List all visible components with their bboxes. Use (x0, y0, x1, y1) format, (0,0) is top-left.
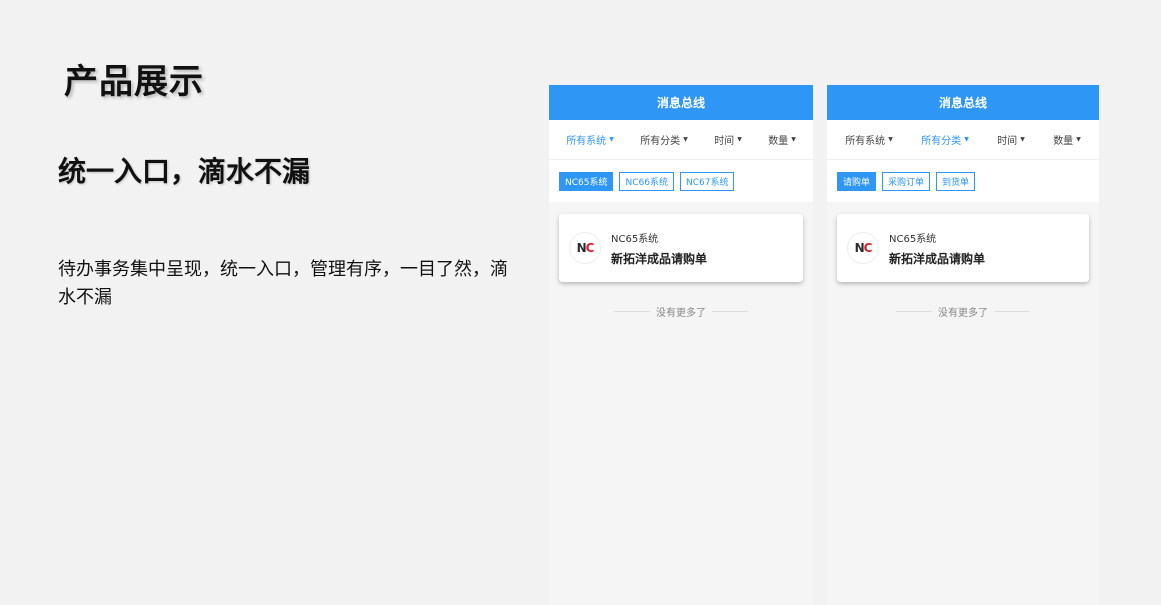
filter-all-categories[interactable]: 所有分类 ▼ (921, 132, 969, 147)
chip-nc65[interactable]: NC65系统 (559, 171, 614, 191)
phone-screen-systems: 消息总线 所有系统 ▼ 所有分类 ▼ 时间 ▼ 数量 ▼ NC65系统 NC66… (549, 85, 813, 605)
caret-down-icon: ▼ (609, 135, 614, 143)
header-title: 消息总线 (549, 85, 813, 120)
card-title: 新拓洋成品请购单 (889, 251, 986, 266)
filter-label: 数量 (768, 136, 789, 147)
chip-requisition[interactable]: 请购单 (837, 171, 877, 191)
caret-down-icon: ▼ (737, 135, 742, 143)
caret-down-icon: ▼ (683, 135, 688, 143)
divider (614, 311, 650, 312)
card-system: NC65系统 (889, 233, 937, 245)
filter-label: 所有系统 (566, 136, 607, 147)
chip-purchase-order[interactable]: 采购订单 (882, 171, 931, 191)
filter-all-systems[interactable]: 所有系统 ▼ (566, 132, 614, 147)
page-title: 产品展示 (64, 62, 204, 102)
filter-all-categories[interactable]: 所有分类 ▼ (640, 132, 688, 147)
caret-down-icon: ▼ (964, 135, 969, 143)
caret-down-icon: ▼ (888, 135, 893, 143)
chip-arrival[interactable]: 到货单 (936, 171, 976, 191)
nc-logo-icon: NC (569, 232, 601, 264)
chip-bar: 请购单 采购订单 到货单 (827, 160, 1099, 202)
caret-down-icon: ▼ (791, 135, 796, 143)
filter-all-systems[interactable]: 所有系统 ▼ (845, 132, 893, 147)
message-card[interactable]: NC NC65系统 新拓洋成品请购单 (559, 214, 803, 282)
filter-label: 时间 (997, 136, 1018, 147)
filter-label: 数量 (1053, 136, 1074, 147)
header-title: 消息总线 (827, 85, 1099, 120)
filter-bar: 所有系统 ▼ 所有分类 ▼ 时间 ▼ 数量 ▼ (549, 120, 813, 160)
filter-label: 所有系统 (845, 136, 886, 147)
filter-label: 所有分类 (921, 136, 962, 147)
description: 待办事务集中呈现，统一入口，管理有序，一目了然，滴水不漏 (58, 259, 508, 308)
divider (712, 311, 748, 312)
no-more-text: 没有更多了 (656, 308, 706, 319)
no-more-indicator: 没有更多了 (827, 304, 1099, 319)
filter-quantity[interactable]: 数量 ▼ (768, 132, 796, 147)
filter-time[interactable]: 时间 ▼ (714, 132, 742, 147)
message-card[interactable]: NC NC65系统 新拓洋成品请购单 (837, 214, 1089, 282)
chip-nc66[interactable]: NC66系统 (619, 171, 674, 191)
caret-down-icon: ▼ (1020, 135, 1025, 143)
filter-time[interactable]: 时间 ▼ (997, 132, 1025, 147)
no-more-text: 没有更多了 (938, 308, 988, 319)
subtitle: 统一入口，滴水不漏 (58, 155, 311, 188)
card-system: NC65系统 (611, 233, 659, 245)
caret-down-icon: ▼ (1076, 135, 1081, 143)
nc-logo-icon: NC (847, 232, 879, 264)
no-more-indicator: 没有更多了 (549, 304, 813, 319)
filter-bar: 所有系统 ▼ 所有分类 ▼ 时间 ▼ 数量 ▼ (827, 120, 1099, 160)
card-title: 新拓洋成品请购单 (611, 251, 708, 266)
filter-label: 时间 (714, 136, 735, 147)
filter-quantity[interactable]: 数量 ▼ (1053, 132, 1081, 147)
divider (994, 311, 1030, 312)
phone-screen-categories: 消息总线 所有系统 ▼ 所有分类 ▼ 时间 ▼ 数量 ▼ 请购单 采购订单 到货… (827, 85, 1099, 605)
chip-bar: NC65系统 NC66系统 NC67系统 (549, 160, 813, 202)
filter-label: 所有分类 (640, 136, 681, 147)
divider (896, 311, 932, 312)
chip-nc67[interactable]: NC67系统 (679, 171, 735, 191)
